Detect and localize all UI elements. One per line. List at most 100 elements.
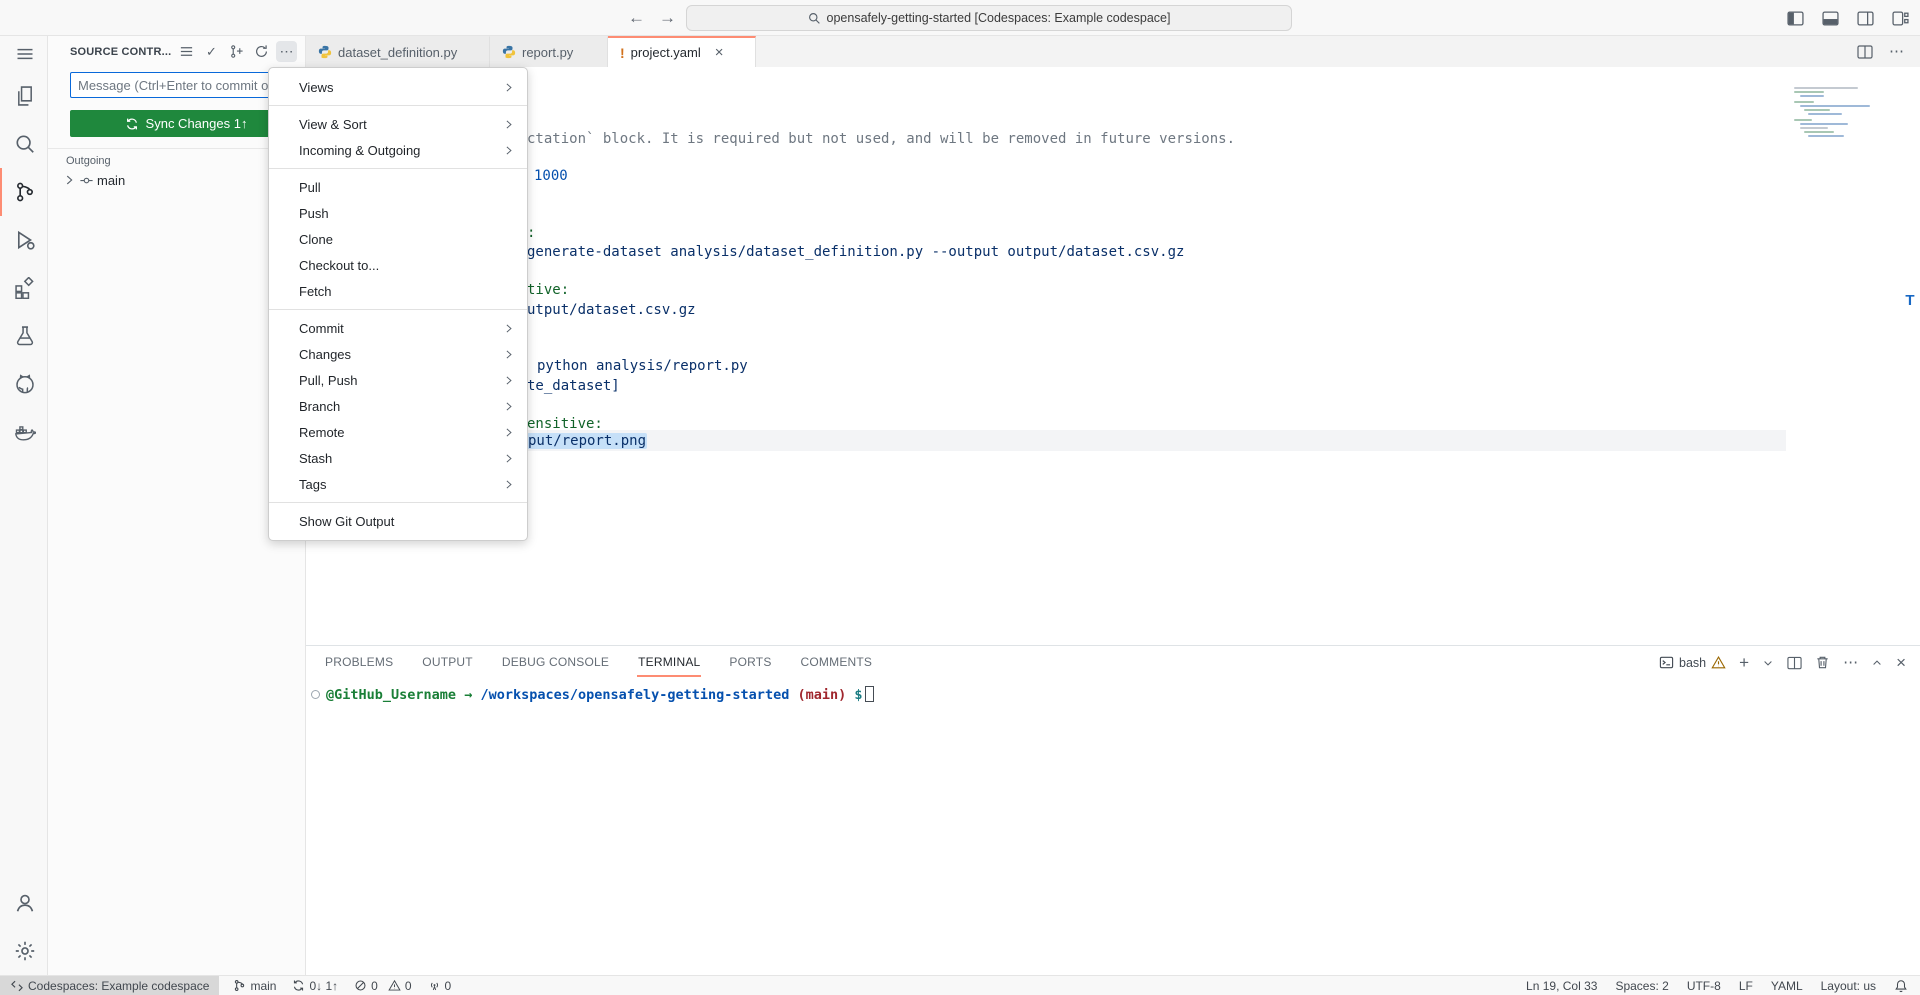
maximize-panel-icon[interactable]	[1871, 657, 1883, 669]
submenu-chevron-icon	[502, 400, 515, 413]
editor-more-actions-icon[interactable]: ⋯	[1889, 44, 1904, 59]
status-indentation[interactable]: Spaces: 2	[1615, 979, 1668, 993]
remote-indicator[interactable]: Codespaces: Example codespace	[0, 976, 219, 995]
github-icon[interactable]	[0, 360, 47, 408]
sync-icon	[125, 117, 139, 131]
status-language[interactable]: YAML	[1771, 979, 1803, 993]
submenu-chevron-icon	[502, 322, 515, 335]
panel-tab-comments[interactable]: COMMENTS	[800, 649, 874, 677]
sidebar-title: SOURCE CONTR...	[70, 46, 176, 58]
status-keyboard-layout[interactable]: Layout: us	[1821, 979, 1876, 993]
code-line: put/report.png	[527, 431, 647, 451]
view-as-list-icon[interactable]	[176, 41, 197, 62]
command-center-search[interactable]: opensafely-getting-started [Codespaces: …	[686, 5, 1292, 31]
stage-all-icon[interactable]	[226, 41, 247, 62]
status-branch[interactable]: main	[233, 979, 276, 993]
code-line: 1000	[534, 166, 568, 186]
search-value: opensafely-getting-started [Codespaces: …	[827, 11, 1171, 25]
menu-item-view-sort[interactable]: View & Sort	[269, 111, 527, 137]
submenu-chevron-icon	[502, 348, 515, 361]
menu-item-clone[interactable]: Clone	[269, 226, 527, 252]
menu-item-remote[interactable]: Remote	[269, 419, 527, 445]
code-line: :	[527, 223, 535, 243]
command-decoration-icon	[311, 690, 320, 699]
menu-item-changes[interactable]: Changes	[269, 341, 527, 367]
testing-beaker-icon[interactable]	[0, 312, 47, 360]
menu-item-pull-push[interactable]: Pull, Push	[269, 367, 527, 393]
radio-tower-icon	[428, 979, 441, 992]
status-ports[interactable]: 0	[428, 979, 452, 993]
back-arrow-icon[interactable]: ←	[628, 8, 645, 28]
panel-more-actions-icon[interactable]: ⋯	[1843, 655, 1858, 670]
menu-item-push[interactable]: Push	[269, 200, 527, 226]
tab-project-yaml[interactable]: ! project.yaml ×	[608, 36, 756, 67]
close-tab-icon[interactable]: ×	[715, 45, 724, 60]
source-control-icon[interactable]	[0, 168, 47, 216]
terminal-dropdown-icon[interactable]	[1762, 657, 1774, 669]
menu-separator	[269, 105, 527, 106]
split-terminal-icon[interactable]	[1787, 656, 1802, 670]
split-editor-icon[interactable]	[1857, 45, 1873, 59]
panel-tab-ports[interactable]: PORTS	[728, 649, 772, 677]
panel-tab-problems[interactable]: PROBLEMS	[324, 649, 394, 677]
status-eol[interactable]: LF	[1739, 979, 1753, 993]
terminal-prompt: @GitHub_Username → /workspaces/opensafel…	[326, 685, 874, 705]
tab-report[interactable]: report.py	[490, 36, 608, 67]
warning-icon: !	[620, 45, 625, 61]
panel-header: PROBLEMS OUTPUT DEBUG CONSOLE TERMINAL P…	[306, 646, 1920, 679]
close-panel-icon[interactable]: ×	[1896, 654, 1906, 671]
submenu-chevron-icon	[502, 144, 515, 157]
minimap[interactable]	[1786, 67, 1906, 645]
git-branch-icon	[233, 979, 246, 992]
status-sync[interactable]: 0↓ 1↑	[292, 979, 338, 993]
outgoing-branch-row[interactable]: main	[48, 169, 305, 191]
account-icon[interactable]	[0, 879, 47, 927]
panel-tab-debug-console[interactable]: DEBUG CONSOLE	[501, 649, 610, 677]
commit-check-icon[interactable]: ✓	[201, 41, 222, 62]
panel-tab-terminal[interactable]: TERMINAL	[637, 649, 701, 677]
kill-terminal-trash-icon[interactable]	[1815, 655, 1830, 670]
search-view-icon[interactable]	[0, 120, 47, 168]
extensions-icon[interactable]	[0, 264, 47, 312]
menu-item-fetch[interactable]: Fetch	[269, 278, 527, 304]
toggle-secondary-sidebar-icon[interactable]	[1855, 8, 1875, 28]
forward-arrow-icon[interactable]: →	[659, 8, 676, 28]
tab-label: dataset_definition.py	[338, 45, 457, 60]
status-problems[interactable]: 0 0	[354, 979, 411, 993]
panel-tab-output[interactable]: OUTPUT	[421, 649, 474, 677]
git-commit-icon	[79, 173, 94, 188]
menu-item-commit[interactable]: Commit	[269, 315, 527, 341]
code-line: te_dataset]	[527, 376, 620, 396]
run-debug-icon[interactable]	[0, 216, 47, 264]
menu-item-checkout-to[interactable]: Checkout to...	[269, 252, 527, 278]
tab-dataset-definition[interactable]: dataset_definition.py	[306, 36, 490, 67]
terminal-path: /workspaces/opensafely-getting-started	[480, 687, 789, 703]
menu-item-tags[interactable]: Tags	[269, 471, 527, 497]
menu-item-incoming-outgoing[interactable]: Incoming & Outgoing	[269, 137, 527, 163]
notifications-bell-icon[interactable]	[1894, 979, 1908, 993]
more-actions-icon[interactable]: ⋯	[276, 41, 297, 62]
new-terminal-icon[interactable]: +	[1739, 654, 1749, 671]
menu-item-views[interactable]: Views	[269, 74, 527, 100]
refresh-icon[interactable]	[251, 41, 272, 62]
toggle-primary-sidebar-icon[interactable]	[1785, 8, 1805, 28]
toggle-panel-icon[interactable]	[1820, 8, 1840, 28]
menu-icon[interactable]	[0, 36, 47, 72]
code-editor[interactable]: ctation` block. It is required but not u…	[306, 67, 1920, 645]
explorer-icon[interactable]	[0, 72, 47, 120]
terminal-icon	[1659, 655, 1674, 670]
menu-item-stash[interactable]: Stash	[269, 445, 527, 471]
submenu-chevron-icon	[502, 426, 515, 439]
shell-badge[interactable]: bash	[1659, 655, 1726, 670]
title-bar: ← → opensafely-getting-started [Codespac…	[0, 0, 1920, 36]
status-line-col[interactable]: Ln 19, Col 33	[1526, 979, 1597, 993]
menu-item-branch[interactable]: Branch	[269, 393, 527, 419]
status-encoding[interactable]: UTF-8	[1687, 979, 1721, 993]
settings-gear-icon[interactable]	[0, 927, 47, 975]
docker-icon[interactable]	[0, 408, 47, 456]
menu-item-pull[interactable]: Pull	[269, 174, 527, 200]
menu-item-show-git-output[interactable]: Show Git Output	[269, 508, 527, 534]
outgoing-section: Outgoing main	[48, 148, 305, 191]
customize-layout-icon[interactable]	[1890, 8, 1910, 28]
status-bar: Codespaces: Example codespace main 0↓ 1↑…	[0, 975, 1920, 995]
